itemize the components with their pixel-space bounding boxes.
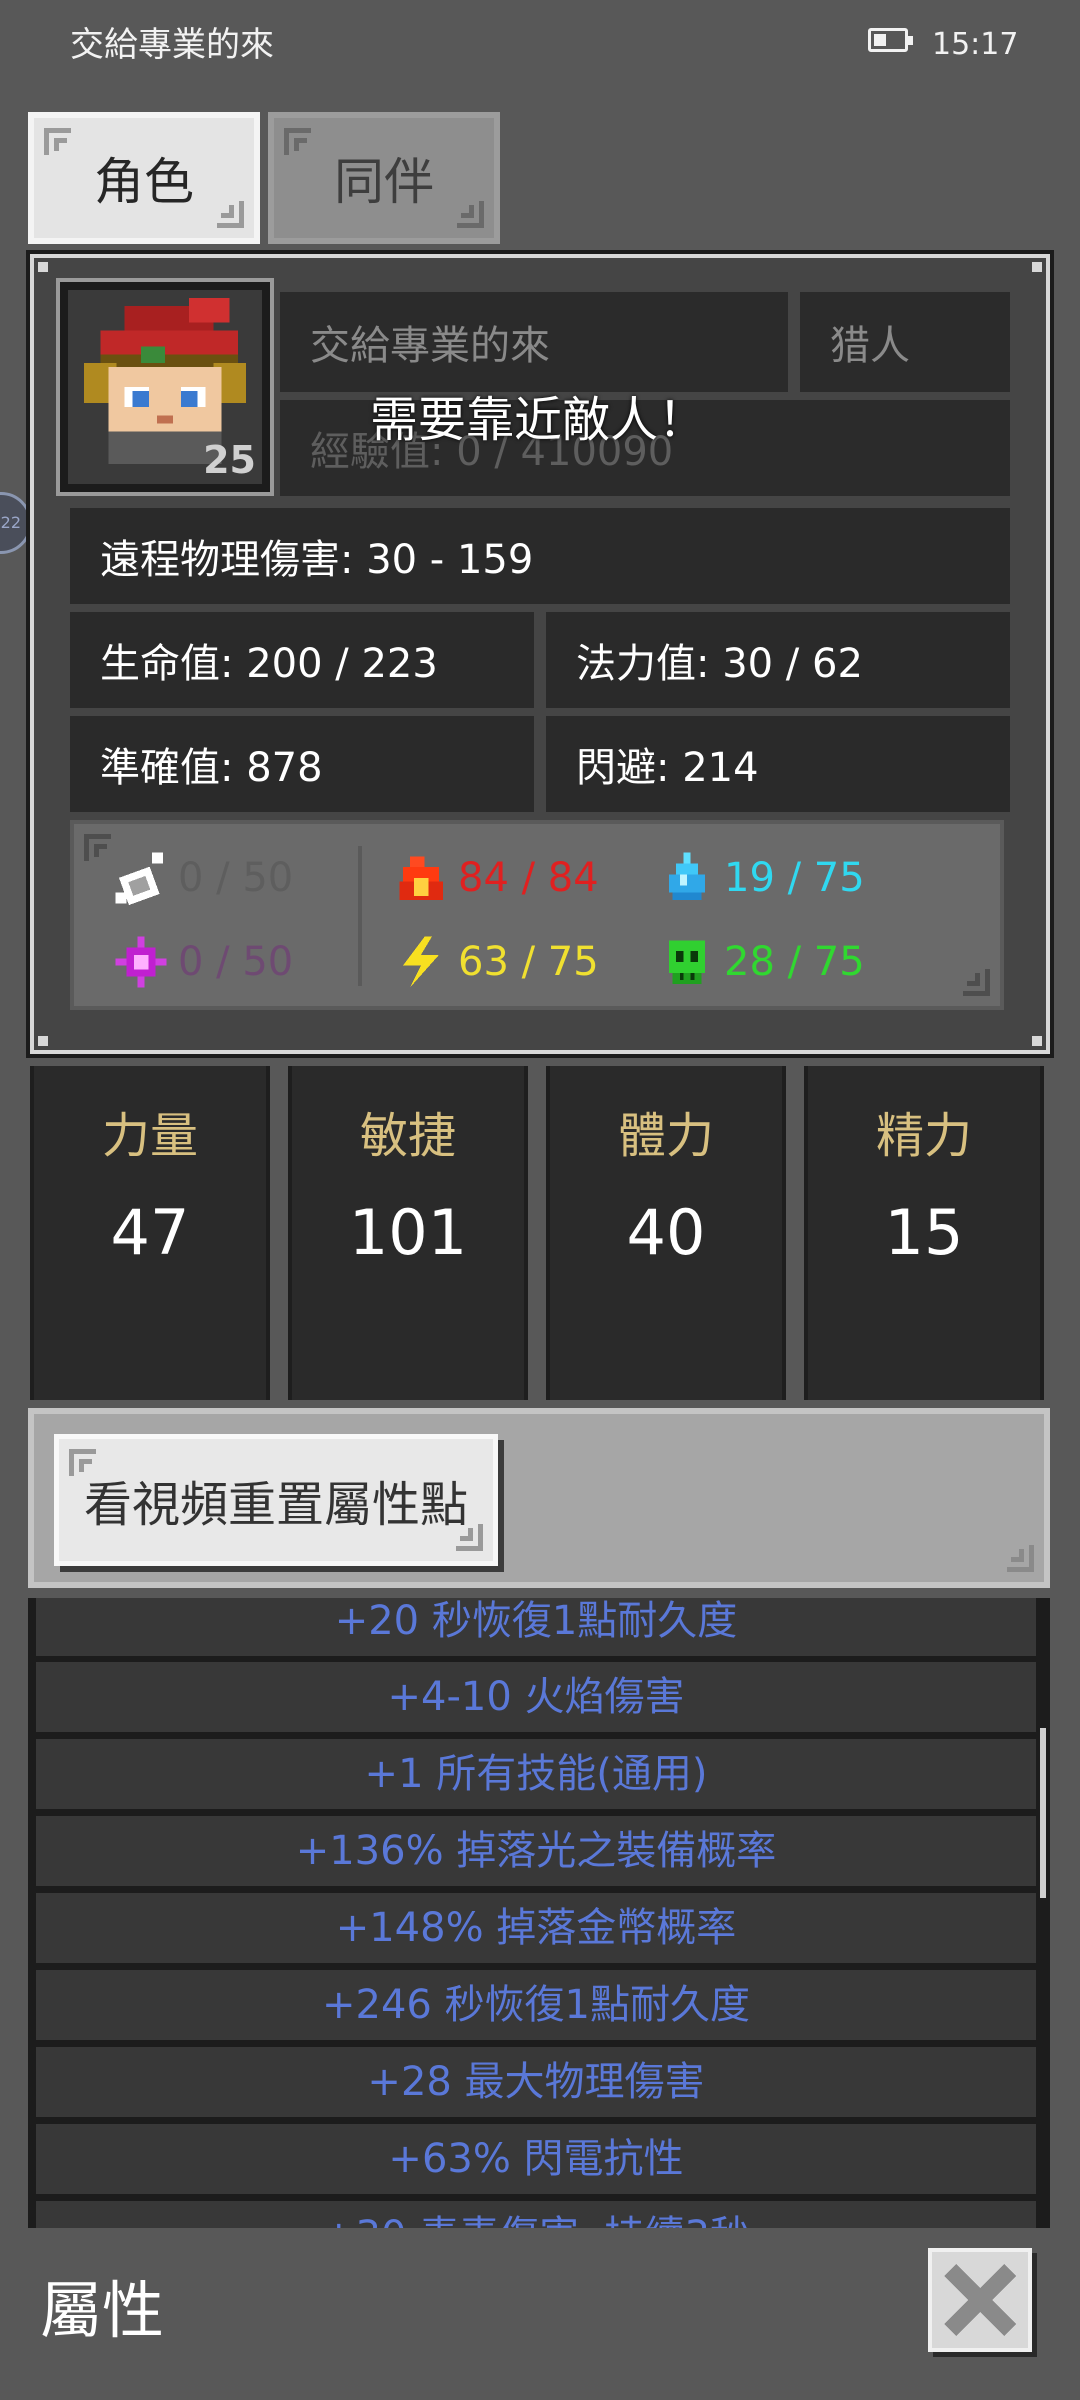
physical-shield-icon: [115, 852, 163, 906]
page-title: 屬性: [40, 2274, 165, 2347]
close-button[interactable]: [928, 2248, 1032, 2352]
attribute-label: 精力: [875, 1108, 972, 1164]
arcane-icon: [115, 936, 167, 988]
attribute-label: 敏捷: [359, 1108, 456, 1164]
resistance-lightning-value: 63 / 75: [458, 939, 599, 985]
resistance-fire: 84 / 84: [392, 848, 599, 908]
affix-scrollbar[interactable]: [1040, 1728, 1046, 1898]
divider: [358, 846, 362, 986]
list-item: +246 秒恢復1點耐久度: [36, 1970, 1036, 2040]
list-item: +136% 掉落光之裝備概率: [36, 1816, 1036, 1886]
list-item: +20 秒恢復1點耐久度: [36, 1598, 1036, 1656]
resistance-poison-value: 28 / 75: [724, 939, 865, 985]
reset-panel: 看視頻重置屬性點: [28, 1408, 1050, 1588]
battery-icon: [868, 28, 913, 52]
list-item: +4-10 火焰傷害: [36, 1662, 1036, 1732]
reset-button-label: 看視頻重置屬性點: [83, 1477, 468, 1533]
list-item: +1 所有技能(通用): [36, 1739, 1036, 1809]
status-time: 15:17: [932, 27, 1019, 62]
attribute-agility[interactable]: 敏捷 101: [288, 1066, 528, 1400]
affix-list[interactable]: +20 秒恢復1點耐久度 +4-10 火焰傷害 +1 所有技能(通用) +136…: [28, 1598, 1050, 2228]
mp-stat: 法力值: 30 / 62: [546, 612, 1010, 708]
evasion-stat: 閃避: 214: [546, 716, 1010, 812]
fire-icon: [399, 856, 443, 900]
resistance-fire-value: 84 / 84: [458, 855, 599, 901]
attribute-label: 體力: [617, 1108, 714, 1164]
resistance-panel: 0 / 50 84 / 84 19 / 75 0 / 50 63 / 75 28…: [70, 820, 1004, 1010]
poison-skull-icon: [668, 940, 706, 984]
attribute-value: 47: [110, 1196, 190, 1269]
character-level: 25: [203, 438, 256, 482]
attribute-energy[interactable]: 精力 15: [804, 1066, 1044, 1400]
attribute-value: 40: [626, 1196, 706, 1269]
watch-video-reset-button[interactable]: 看視頻重置屬性點: [54, 1434, 498, 1566]
hp-stat: 生命值: 200 / 223: [70, 612, 534, 708]
tab-character-label: 角色: [94, 153, 194, 211]
resistance-physical-value: 0 / 50: [178, 855, 294, 901]
attribute-value: 101: [348, 1196, 468, 1269]
attribute-strength[interactable]: 力量 47: [30, 1066, 270, 1400]
ranged-damage-stat: 遠程物理傷害: 30 - 159: [70, 508, 1010, 604]
attribute-vitality[interactable]: 體力 40: [546, 1066, 786, 1400]
lightning-icon: [402, 936, 440, 988]
resistance-arcane-value: 0 / 50: [178, 939, 294, 985]
list-item: +28 最大物理傷害: [36, 2047, 1036, 2117]
resistance-water-value: 19 / 75: [724, 855, 865, 901]
list-item: +30 毒素傷害, 持續3秒: [36, 2201, 1036, 2228]
resistance-physical: 0 / 50: [112, 848, 293, 908]
list-item: +63% 閃電抗性: [36, 2124, 1036, 2194]
water-drop-icon: [668, 852, 706, 900]
close-icon: [944, 2264, 1016, 2336]
attribute-value: 15: [884, 1196, 964, 1269]
accuracy-stat: 準確值: 878: [70, 716, 534, 812]
resistance-poison: 28 / 75: [658, 932, 865, 992]
toast-message: 需要靠近敵人！: [370, 392, 707, 448]
tab-character[interactable]: 角色: [28, 112, 260, 244]
status-bar-title: 交給專業的來: [70, 25, 274, 65]
resistance-water: 19 / 75: [658, 848, 865, 908]
tab-companion[interactable]: 同伴: [268, 112, 500, 244]
attribute-label: 力量: [101, 1108, 198, 1164]
list-item: +148% 掉落金幣概率: [36, 1893, 1036, 1963]
resistance-arcane: 0 / 50: [112, 932, 293, 992]
resistance-lightning: 63 / 75: [392, 932, 599, 992]
character-portrait[interactable]: 25: [56, 278, 274, 496]
character-name: 交給專業的來: [280, 292, 788, 392]
side-notification-bubble[interactable]: 22: [0, 492, 32, 554]
character-class: 猎人: [800, 292, 1010, 392]
tab-companion-label: 同伴: [334, 153, 434, 211]
